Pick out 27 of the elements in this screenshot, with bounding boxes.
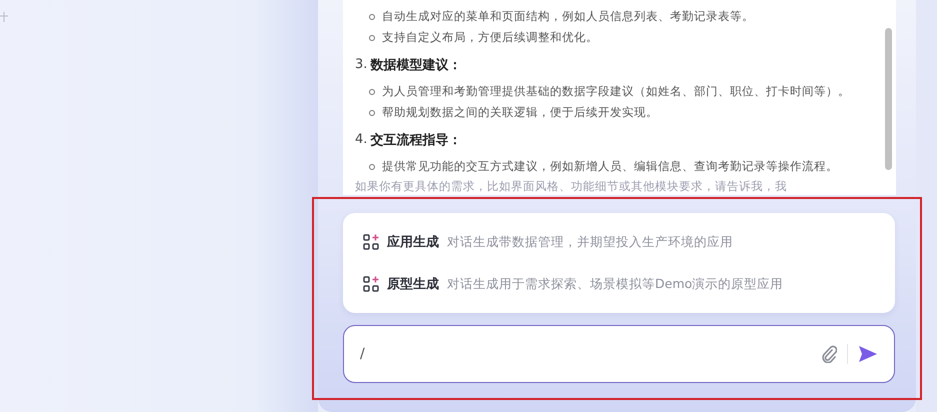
send-icon[interactable] <box>858 345 878 363</box>
section-heading: 数据模型建议： <box>370 56 462 74</box>
list-item-text: 帮助规划数据之间的关联逻辑，便于后续开发实现。 <box>382 105 658 120</box>
list-item-text: 支持自定义布局，方便后续调整和优化。 <box>382 30 598 45</box>
grid-plus-icon <box>363 234 379 250</box>
list-number: 3. <box>355 57 368 72</box>
suggestion-title[interactable]: 原型生成 <box>387 275 439 293</box>
faded-message-text: 如果你有更具体的需求，比如界面风格、功能细节或其他模块要求，请告诉我，我 <box>355 179 788 193</box>
suggestion-description: 对话生成带数据管理，并期望投入生产环境的应用 <box>447 234 733 250</box>
suggestion-title[interactable]: 应用生成 <box>387 233 439 251</box>
list-item-text: 自动生成对应的菜单和页面结构，例如人员信息列表、考勤记录表等。 <box>382 9 754 24</box>
bullet-icon <box>369 14 375 20</box>
plus-icon[interactable] <box>0 12 8 22</box>
suggestion-description: 对话生成用于需求探索、场景模拟等Demo演示的原型应用 <box>447 276 784 292</box>
section-heading: 交互流程指导： <box>370 132 462 148</box>
list-number: 4. <box>355 132 368 147</box>
list-item-text: 提供常见功能的交互方式建议，例如新增人员、编辑信息、查询考勤记录等操作流程。 <box>382 159 838 174</box>
scrollbar-thumb[interactable] <box>885 28 892 170</box>
bullet-icon <box>369 88 375 94</box>
bullet-icon <box>369 34 375 40</box>
input-text: / <box>360 346 365 362</box>
bullet-icon <box>369 164 375 170</box>
paperclip-icon[interactable] <box>821 345 837 363</box>
bullet-icon <box>369 110 375 116</box>
list-item-text: 为人员管理和考勤管理提供基础的数据字段建议（如姓名、部门、职位、打卡时间等）。 <box>382 84 850 99</box>
grid-plus-icon <box>363 276 379 292</box>
chat-input-field[interactable]: / <box>343 325 895 383</box>
